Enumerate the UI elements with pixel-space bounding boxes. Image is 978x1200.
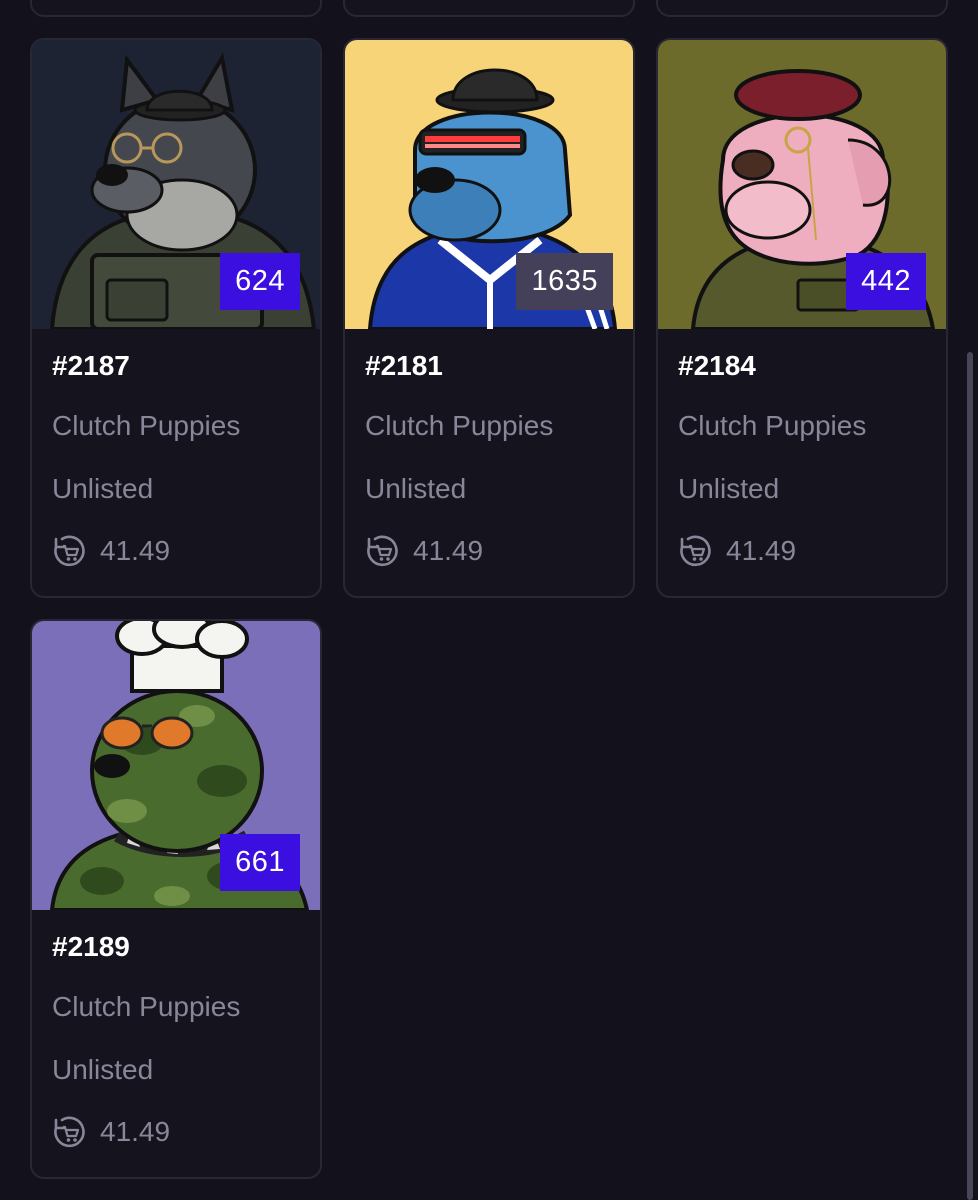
collection-name: Clutch Puppies: [678, 410, 867, 441]
rank-badge: 661: [220, 834, 300, 891]
price-value: 41.49: [726, 535, 797, 566]
card-partial[interactable]: [656, 0, 948, 17]
price-value: 41.49: [413, 535, 484, 566]
price-value: 41.49: [100, 1116, 171, 1147]
card-partial[interactable]: [343, 0, 635, 17]
rank-badge: 442: [846, 253, 926, 310]
cart-refresh-icon: [54, 535, 85, 567]
price-row: 41.49: [52, 533, 170, 569]
listing-status: Unlisted: [365, 473, 467, 504]
nft-title: #2189: [52, 931, 130, 962]
rank-badge: 1635: [516, 253, 613, 310]
collection-name: Clutch Puppies: [52, 991, 241, 1022]
cart-refresh-icon: [54, 1116, 85, 1148]
nft-image[interactable]: 1635: [345, 40, 633, 329]
nft-image[interactable]: 442: [658, 40, 946, 329]
nft-grid-page: 624 #2187 Clutch Puppies Unlisted 41.49: [0, 0, 978, 1200]
cart-refresh-icon: [680, 535, 711, 567]
collection-name: Clutch Puppies: [365, 410, 554, 441]
nft-card[interactable]: 624 #2187 Clutch Puppies Unlisted 41.49: [30, 38, 322, 598]
nft-title: #2184: [678, 350, 756, 381]
scrollbar[interactable]: [967, 352, 973, 1200]
price-row: 41.49: [365, 533, 483, 569]
rank-badge: 624: [220, 253, 300, 310]
nft-card[interactable]: 442 #2184 Clutch Puppies Unlisted 41.49: [656, 38, 948, 598]
price-value: 41.49: [100, 535, 171, 566]
nft-image[interactable]: 661: [32, 621, 320, 910]
nft-title: #2187: [52, 350, 130, 381]
nft-title: #2181: [365, 350, 443, 381]
listing-status: Unlisted: [678, 473, 780, 504]
nft-card[interactable]: 1635 #2181 Clutch Puppies Unlisted 41.49: [343, 38, 635, 598]
nft-card[interactable]: 661 #2189 Clutch Puppies Unlisted 41.49: [30, 619, 322, 1179]
listing-status: Unlisted: [52, 1054, 154, 1085]
cart-refresh-icon: [367, 535, 398, 567]
listing-status: Unlisted: [52, 473, 154, 504]
price-row: 41.49: [52, 1114, 170, 1150]
card-partial[interactable]: [30, 0, 322, 17]
nft-image[interactable]: 624: [32, 40, 320, 329]
collection-name: Clutch Puppies: [52, 410, 241, 441]
price-row: 41.49: [678, 533, 796, 569]
